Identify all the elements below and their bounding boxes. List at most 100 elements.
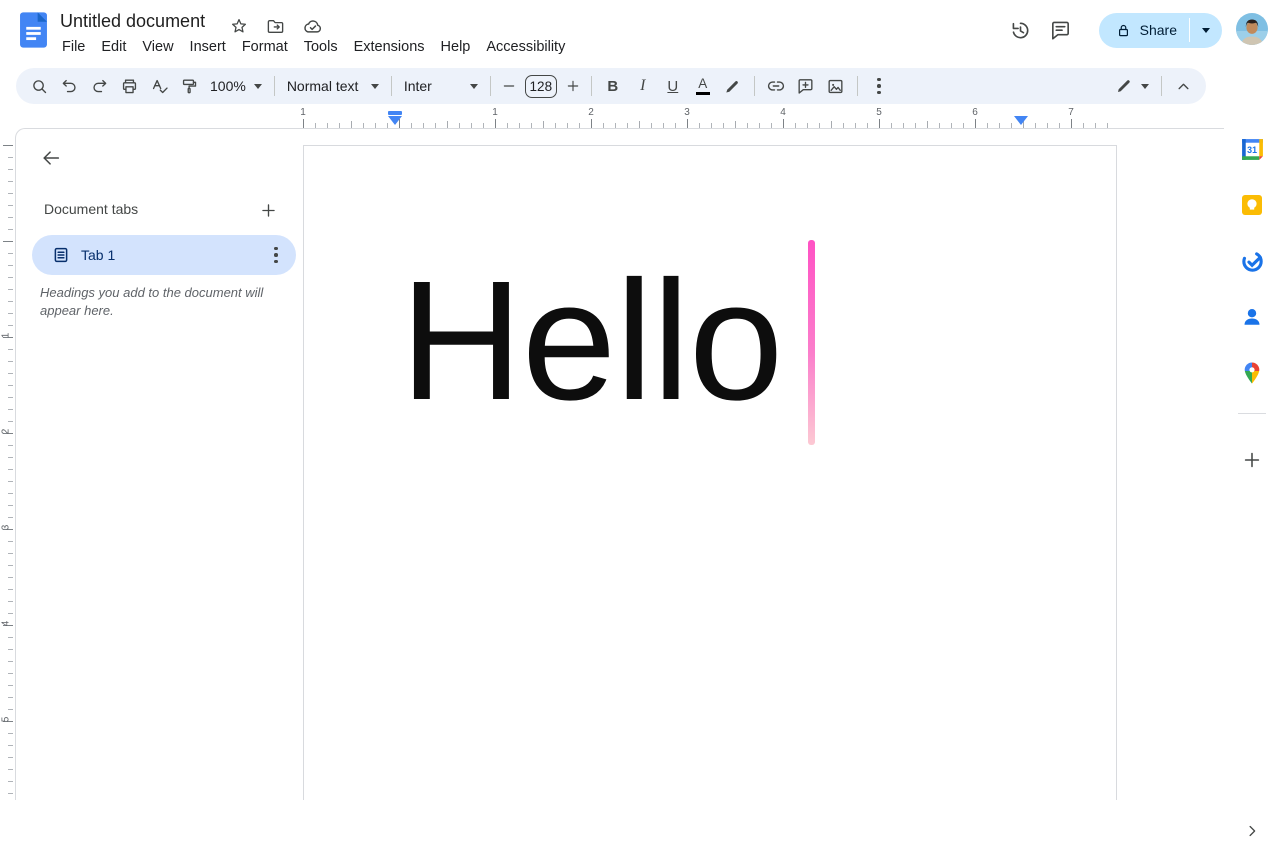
font-size-input[interactable]: 128: [524, 74, 557, 98]
menu-format[interactable]: Format: [234, 36, 296, 58]
decrease-font-size-icon[interactable]: [498, 72, 520, 100]
share-label: Share: [1139, 22, 1177, 38]
ruler-number: 2: [588, 107, 594, 118]
pen-icon: [1118, 80, 1130, 92]
vertical-ruler: 1 2 3 4 5: [0, 128, 15, 800]
ruler-number: 3: [0, 524, 12, 531]
tab-label: Tab 1: [81, 247, 116, 263]
share-button[interactable]: Share: [1099, 13, 1189, 48]
ruler-number: 4: [0, 620, 12, 627]
open-comments-icon[interactable]: [1041, 10, 1081, 50]
italic-button[interactable]: I: [629, 72, 657, 100]
font-select[interactable]: Inter: [398, 72, 484, 100]
insert-image-icon[interactable]: [822, 72, 850, 100]
menu-extensions[interactable]: Extensions: [346, 36, 433, 58]
text-color-letter: A: [698, 75, 708, 91]
move-folder-icon[interactable]: [264, 15, 286, 37]
chevron-down-icon: [253, 83, 262, 89]
toolbar-divider: [590, 76, 592, 96]
google-maps-icon[interactable]: [1238, 359, 1266, 387]
google-tasks-icon[interactable]: [1238, 247, 1266, 275]
menu-tools[interactable]: Tools: [296, 36, 346, 58]
text-color-swatch: [695, 91, 710, 96]
document-text: Hello: [400, 246, 783, 436]
account-avatar[interactable]: [1236, 12, 1268, 48]
increase-font-size-icon[interactable]: [562, 72, 584, 100]
ruler-number: 1: [0, 332, 12, 339]
underline-button[interactable]: U: [659, 72, 687, 100]
version-history-icon[interactable]: [1001, 10, 1041, 50]
ruler-ticks: [303, 119, 1118, 128]
ruler-ticks: [3, 145, 13, 800]
ruler-number: 2: [0, 428, 12, 435]
add-tab-icon[interactable]: [253, 195, 283, 225]
google-contacts-icon[interactable]: [1238, 303, 1266, 331]
companion-side-panel: 31: [1224, 60, 1280, 837]
print-icon[interactable]: [115, 72, 143, 100]
ruler-number: 6: [972, 107, 978, 118]
first-line-indent-marker[interactable]: [388, 116, 402, 125]
close-tabs-panel-icon[interactable]: [36, 143, 66, 173]
left-indent-marker[interactable]: [388, 111, 402, 115]
zoom-select[interactable]: 100%: [204, 72, 268, 100]
chevron-down-icon: [469, 83, 478, 89]
menu-edit[interactable]: Edit: [93, 36, 134, 58]
menu-file[interactable]: File: [54, 36, 93, 58]
search-menus-icon[interactable]: [25, 72, 53, 100]
tab-document-icon: [52, 246, 70, 264]
redo-icon[interactable]: [85, 72, 113, 100]
google-keep-icon[interactable]: [1238, 191, 1266, 219]
menu-insert[interactable]: Insert: [182, 36, 234, 58]
tab-options-icon[interactable]: [262, 241, 290, 269]
toolbar-divider: [856, 76, 858, 96]
toolbar-divider: [753, 76, 755, 96]
add-comment-icon[interactable]: [792, 72, 820, 100]
text-cursor: [808, 240, 815, 445]
star-icon[interactable]: [228, 15, 250, 37]
ruler-number: 1: [492, 107, 498, 118]
undo-icon[interactable]: [55, 72, 83, 100]
bold-button[interactable]: B: [599, 72, 627, 100]
side-panel-divider: [1238, 413, 1266, 414]
hide-menus-icon[interactable]: [1169, 72, 1197, 100]
cloud-saved-icon[interactable]: [300, 14, 324, 38]
right-indent-marker[interactable]: [1014, 116, 1028, 125]
spelling-check-icon[interactable]: [145, 72, 173, 100]
toolbar-divider: [390, 76, 392, 96]
google-docs-logo-icon[interactable]: [19, 11, 48, 54]
menu-bar: File Edit View Insert Format Tools Exten…: [54, 36, 573, 58]
ruler-number: 5: [0, 716, 12, 723]
menu-accessibility[interactable]: Accessibility: [478, 36, 573, 58]
tab-item-tab1[interactable]: Tab 1: [32, 235, 296, 275]
ruler-number: 1: [300, 107, 306, 118]
svg-text:31: 31: [1247, 145, 1257, 155]
ruler-number: 5: [876, 107, 882, 118]
highlight-color-icon[interactable]: [719, 72, 747, 100]
toolbar: 100% Normal text Inter 128 B I U A: [16, 68, 1206, 104]
share-dropdown-icon[interactable]: [1190, 13, 1222, 48]
outline-empty-hint: Headings you add to the document will ap…: [40, 285, 264, 318]
horizontal-ruler: 1 1 2 3 4 5 6 7: [300, 107, 1118, 128]
font-value: Inter: [403, 78, 432, 94]
menu-help[interactable]: Help: [433, 36, 479, 58]
ruler-number: 3: [684, 107, 690, 118]
editing-mode-select[interactable]: [1109, 72, 1155, 100]
show-side-panel-icon[interactable]: [1238, 817, 1266, 845]
paragraph-style-select[interactable]: Normal text: [281, 72, 385, 100]
get-addons-icon[interactable]: [1238, 446, 1266, 474]
app-header: Untitled document File Edit View Insert …: [0, 0, 1280, 60]
paint-format-icon[interactable]: [175, 72, 203, 100]
toolbar-divider: [489, 76, 491, 96]
zoom-value: 100%: [210, 78, 246, 94]
google-calendar-icon[interactable]: 31: [1238, 135, 1266, 163]
more-options-icon[interactable]: [865, 72, 893, 100]
document-title[interactable]: Untitled document: [60, 11, 205, 32]
menu-view[interactable]: View: [134, 36, 181, 58]
ruler-number: 4: [780, 107, 786, 118]
insert-link-icon[interactable]: [762, 72, 790, 100]
toolbar-divider: [1161, 76, 1162, 96]
chevron-down-icon: [370, 83, 379, 89]
text-color-button[interactable]: A: [689, 72, 717, 100]
ruler-number: 7: [1068, 107, 1074, 118]
paragraph-style-value: Normal text: [286, 78, 359, 94]
